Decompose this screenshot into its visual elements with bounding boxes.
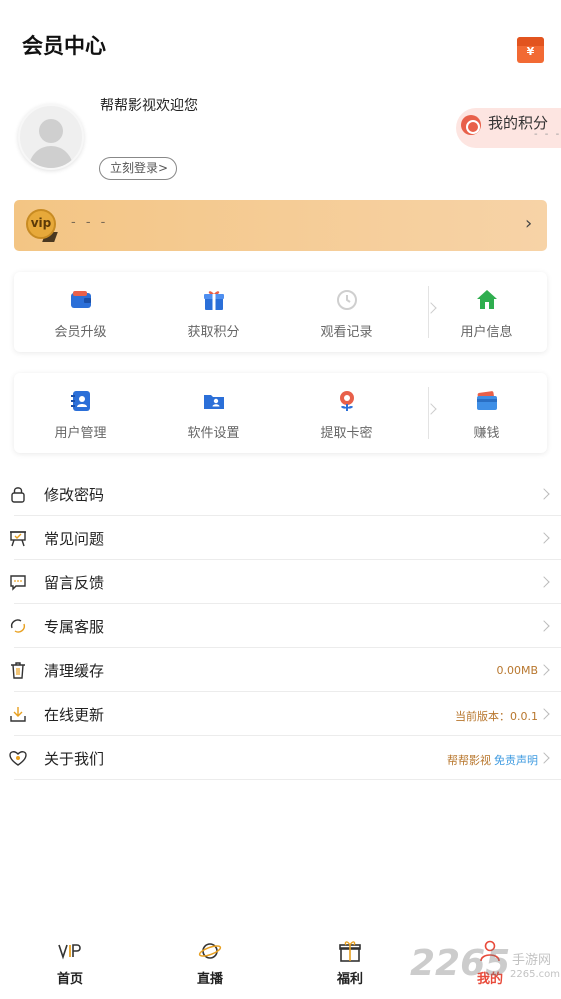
list-item-label: 常见问题 bbox=[44, 530, 105, 548]
headset-icon bbox=[10, 619, 26, 633]
list-item-label: 清理缓存 bbox=[44, 662, 105, 680]
contact-book-icon bbox=[71, 391, 90, 411]
grid-item-watch-history[interactable]: 观看记录 bbox=[280, 272, 413, 352]
feature-grid-1: 会员升级 获取积分 观看记录 用户信息 bbox=[14, 272, 547, 352]
list-item-clear-cache[interactable]: 清理缓存 0.00MB bbox=[0, 648, 561, 692]
grid-item-user-info[interactable]: 用户信息 bbox=[420, 272, 553, 352]
list-item-label: 在线更新 bbox=[44, 706, 105, 724]
grid-label: 软件设置 bbox=[187, 426, 240, 441]
easel-icon bbox=[10, 531, 26, 547]
chat-bubble-icon bbox=[10, 575, 26, 591]
disclaimer-link[interactable]: 免责声明 bbox=[494, 754, 538, 767]
tab-label: 福利 bbox=[336, 972, 363, 987]
flower-icon bbox=[340, 391, 354, 411]
bank-card-icon bbox=[477, 391, 497, 410]
chevron-right-icon bbox=[538, 664, 550, 676]
chevron-right-icon bbox=[538, 708, 550, 720]
vip-badge-icon: vip bbox=[26, 209, 56, 239]
list-item-customer-service[interactable]: 专属客服 bbox=[0, 604, 561, 648]
login-button[interactable]: 立刻登录> bbox=[99, 157, 178, 180]
list-item-label: 专属客服 bbox=[44, 618, 105, 636]
avatar[interactable] bbox=[18, 104, 84, 170]
list-item-faq[interactable]: 常见问题 bbox=[0, 516, 561, 560]
list-item-change-password[interactable]: 修改密码 bbox=[0, 472, 561, 516]
vip-status-text: - - - bbox=[71, 215, 109, 230]
grid-label: 获取积分 bbox=[187, 325, 240, 340]
coin-stack-icon bbox=[461, 115, 481, 135]
chevron-right-icon bbox=[538, 576, 550, 588]
vip-status-bar[interactable]: vip - - - › bbox=[14, 200, 547, 251]
heart-badge-icon bbox=[9, 751, 27, 766]
grid-label: 观看记录 bbox=[320, 325, 373, 340]
download-icon bbox=[10, 707, 26, 722]
tab-welfare[interactable]: 福利 bbox=[280, 930, 420, 999]
list-item-label: 留言反馈 bbox=[44, 574, 105, 592]
about-values: 帮帮影视 免责声明 bbox=[447, 752, 538, 768]
list-item-label: 关于我们 bbox=[44, 750, 105, 768]
tab-live[interactable]: 直播 bbox=[140, 930, 280, 999]
my-points-button[interactable]: 我的积分 - - - bbox=[456, 108, 561, 148]
vip-icon bbox=[58, 944, 81, 960]
chevron-right-icon bbox=[538, 752, 550, 764]
grid-item-software-settings[interactable]: 软件设置 bbox=[147, 373, 280, 453]
grid-item-earn-money[interactable]: 赚钱 bbox=[420, 373, 553, 453]
gift-box-icon bbox=[339, 941, 361, 962]
watermark: 2265 手游网 2265.com bbox=[410, 943, 560, 993]
grid-label: 用户信息 bbox=[460, 325, 513, 340]
chevron-right-icon: › bbox=[525, 213, 533, 234]
list-item-about-us[interactable]: 关于我们 帮帮影视 免责声明 bbox=[0, 736, 561, 780]
login-label: 立刻登录 bbox=[110, 161, 159, 175]
chevron-right-icon: > bbox=[158, 161, 169, 175]
list-item-label: 修改密码 bbox=[44, 486, 105, 504]
user-folder-icon bbox=[204, 395, 224, 409]
feature-grid-2: 用户管理 软件设置 提取卡密 赚钱 bbox=[14, 373, 547, 453]
grid-item-member-upgrade[interactable]: 会员升级 bbox=[14, 272, 147, 352]
tab-label: 首页 bbox=[56, 972, 83, 987]
welcome-text: 帮帮影视欢迎您 bbox=[100, 98, 198, 114]
grid-label: 会员升级 bbox=[54, 325, 107, 340]
trash-icon bbox=[11, 662, 25, 679]
grid-item-user-management[interactable]: 用户管理 bbox=[14, 373, 147, 453]
settings-list: 修改密码 常见问题 留言反馈 专属客服 清理缓存 0.00MB 在线更新 当前版… bbox=[0, 472, 561, 780]
watermark-number: 2265 bbox=[410, 943, 511, 984]
grid-item-extract-card-key[interactable]: 提取卡密 bbox=[280, 373, 413, 453]
wallet-icon bbox=[71, 291, 91, 308]
page-title: 会员中心 bbox=[22, 34, 106, 58]
chevron-right-icon bbox=[538, 620, 550, 632]
red-envelope-icon[interactable]: ¥ bbox=[517, 37, 544, 63]
list-item-feedback[interactable]: 留言反馈 bbox=[0, 560, 561, 604]
tab-label: 直播 bbox=[196, 972, 223, 987]
chevron-right-icon bbox=[538, 488, 550, 500]
points-value: - - - bbox=[534, 129, 561, 140]
grid-label: 赚钱 bbox=[473, 426, 500, 441]
gift-icon bbox=[204, 291, 224, 310]
grid-item-get-points[interactable]: 获取积分 bbox=[147, 272, 280, 352]
house-icon bbox=[477, 290, 497, 309]
grid-label: 提取卡密 bbox=[320, 426, 373, 441]
chevron-right-icon bbox=[538, 532, 550, 544]
list-item-online-update[interactable]: 在线更新 当前版本：0.0.1 bbox=[0, 692, 561, 736]
divider bbox=[14, 779, 561, 780]
watermark-text: 手游网 bbox=[512, 953, 552, 968]
app-name-text: 帮帮影视 bbox=[447, 754, 491, 767]
cache-size: 0.00MB bbox=[496, 664, 538, 677]
planet-icon bbox=[198, 943, 222, 959]
tab-home[interactable]: 首页 bbox=[0, 930, 140, 999]
version-text: 当前版本：0.0.1 bbox=[455, 710, 538, 723]
grid-label: 用户管理 bbox=[54, 426, 107, 441]
history-clock-icon bbox=[337, 290, 357, 310]
lock-icon bbox=[11, 487, 25, 503]
watermark-url: 2265.com bbox=[510, 969, 560, 980]
